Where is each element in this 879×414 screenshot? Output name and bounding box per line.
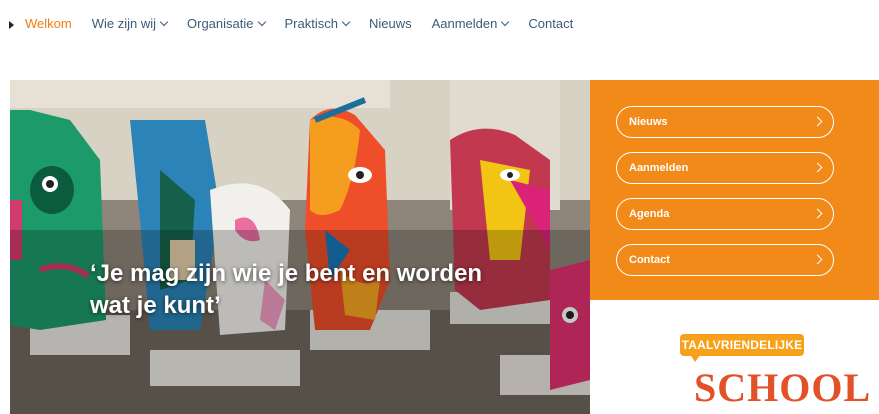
chevron-down-icon	[341, 17, 351, 27]
hero-artwork	[10, 80, 590, 414]
chevron-right-icon	[812, 162, 823, 173]
logo-top-text: TAALVRIENDELIJKE	[680, 334, 804, 356]
hero-quote: ‘Je mag zijn wie je bent en worden wat j…	[90, 258, 570, 322]
chevron-down-icon	[159, 17, 169, 27]
hero-quote-line-2: wat je kunt’	[90, 292, 221, 319]
nav-item-organisatie[interactable]: Organisatie	[187, 16, 266, 31]
quick-link-aanmelden[interactable]: Aanmelden	[616, 152, 834, 184]
nav-item-praktisch[interactable]: Praktisch	[284, 16, 351, 31]
nav-list: Welkom Wie zijn wij Organisatie Praktisc…	[25, 16, 593, 31]
quick-link-label: Aanmelden	[629, 162, 689, 174]
quick-link-label: Agenda	[629, 208, 670, 220]
quick-links-panel: Nieuws Aanmelden Agenda Contact	[590, 80, 879, 300]
quick-link-label: Nieuws	[629, 116, 668, 128]
speech-bubble-tail	[690, 354, 701, 362]
nav-label: Nieuws	[368, 16, 412, 31]
nav-label: Aanmelden	[431, 16, 498, 31]
taalvriendelijke-school-logo[interactable]: TAALVRIENDELIJKE SCHOOL	[680, 330, 870, 414]
nav-item-aanmelden[interactable]: Aanmelden	[431, 16, 510, 31]
main-navigation: Welkom Wie zijn wij Organisatie Praktisc…	[0, 0, 879, 50]
nav-label: Praktisch	[284, 16, 338, 31]
hero-image: ‘Je mag zijn wie je bent en worden wat j…	[10, 80, 590, 414]
quick-link-nieuws[interactable]: Nieuws	[616, 106, 834, 138]
nav-label: Welkom	[25, 16, 72, 31]
nav-label: Organisatie	[187, 16, 254, 31]
chevron-down-icon	[501, 17, 510, 27]
logo-bottom-text: SCHOOL	[694, 365, 872, 410]
nav-item-contact[interactable]: Contact	[528, 16, 573, 31]
chevron-right-icon	[812, 254, 823, 265]
chevron-right-icon	[812, 208, 823, 219]
caret-icon	[9, 21, 14, 29]
nav-item-welkom[interactable]: Welkom	[25, 16, 72, 31]
nav-label: Contact	[528, 16, 574, 31]
quick-link-label: Contact	[629, 254, 670, 266]
quick-link-agenda[interactable]: Agenda	[616, 198, 834, 230]
nav-item-wie-zijn-wij[interactable]: Wie zijn wij	[91, 16, 169, 31]
chevron-down-icon	[257, 17, 266, 27]
chevron-right-icon	[812, 116, 823, 127]
hero-quote-line-1: ‘Je mag zijn wie je bent en worden	[90, 260, 483, 287]
nav-label: Wie zijn wij	[91, 16, 157, 31]
quick-link-contact[interactable]: Contact	[616, 244, 834, 276]
nav-item-nieuws[interactable]: Nieuws	[369, 16, 412, 31]
